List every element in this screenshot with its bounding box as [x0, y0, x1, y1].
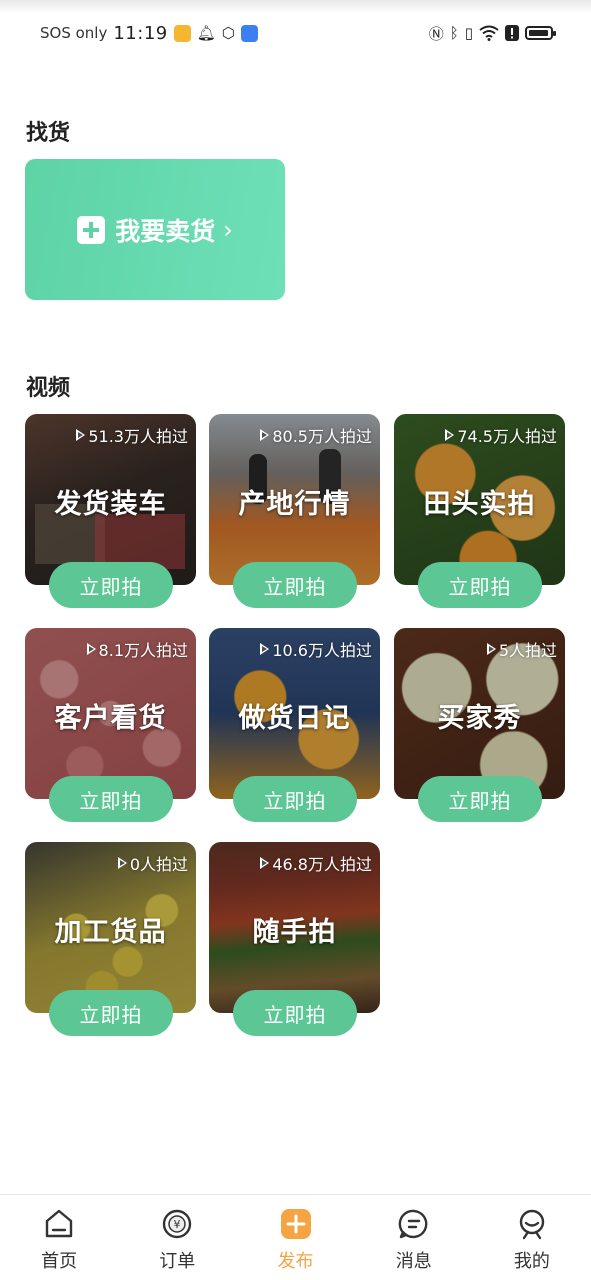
play-icon — [445, 429, 455, 441]
sell-goods-label: 我要卖货 — [115, 216, 216, 246]
bluetooth-icon: ᛒ — [449, 24, 459, 42]
shoot-now-button[interactable]: 立即拍 — [418, 776, 542, 822]
play-icon — [117, 857, 127, 869]
svg-text:¥: ¥ — [174, 1218, 181, 1231]
tile-title: 产地行情 — [238, 489, 351, 520]
nav-label: 首页 — [41, 1251, 78, 1272]
view-count: 8.1万人拍过 — [86, 637, 188, 661]
play-icon — [260, 857, 270, 869]
vibrate-icon: ▯ — [464, 24, 473, 42]
chevron-right-icon: › — [223, 215, 233, 244]
order-icon: ¥ — [163, 1209, 192, 1239]
shoot-now-button[interactable]: 立即拍 — [233, 776, 357, 822]
profile-icon — [519, 1209, 545, 1240]
message-icon — [398, 1209, 428, 1239]
shoot-now-button[interactable]: 立即拍 — [49, 776, 173, 822]
nav-publish[interactable]: 发布 — [236, 1195, 354, 1280]
tile-title: 田头实拍 — [423, 489, 536, 520]
alert-icon — [505, 25, 519, 41]
play-icon — [260, 643, 270, 655]
shoot-now-button[interactable]: 立即拍 — [233, 562, 357, 608]
nav-label: 消息 — [395, 1251, 432, 1272]
wifi-icon — [479, 25, 499, 41]
video-tile-customer-view[interactable]: 8.1万人拍过 客户看货 立即拍 — [25, 628, 196, 822]
video-tile-production-diary[interactable]: 10.6万人拍过 做货日记 立即拍 — [209, 628, 380, 822]
view-count: 80.5万人拍过 — [260, 423, 372, 447]
status-right: Ⓝ ᛒ ▯ — [428, 21, 556, 45]
tile-title: 客户看货 — [54, 703, 167, 734]
view-count: 74.5万人拍过 — [445, 423, 557, 447]
tile-title: 买家秀 — [437, 703, 522, 734]
bell-icon: 🔔︎ — [196, 24, 216, 42]
view-count: 46.8万人拍过 — [260, 851, 372, 875]
video-tile-casual-shot[interactable]: 46.8万人拍过 随手拍 立即拍 — [209, 842, 380, 1036]
tile-title: 随手拍 — [252, 917, 337, 948]
tile-title: 加工货品 — [54, 917, 167, 948]
nfc-icon: Ⓝ — [428, 24, 444, 43]
nav-label: 我的 — [513, 1251, 550, 1272]
bottom-navigation: 首页 ¥ 订单 发布 消息 我的 — [0, 1194, 591, 1280]
nav-messages[interactable]: 消息 — [355, 1195, 473, 1280]
view-count: 0人拍过 — [117, 851, 188, 875]
app-screen: SOS only 11:19 🔔︎ ⬡ Ⓝ ᛒ ▯ 找货 我要卖货 › 视频 5… — [0, 0, 591, 1280]
app-icon — [240, 24, 258, 42]
video-tile-origin-market[interactable]: 80.5万人拍过 产地行情 立即拍 — [209, 414, 380, 608]
app-notification-icon — [173, 24, 191, 42]
nav-orders[interactable]: ¥ 订单 — [118, 1195, 236, 1280]
tile-title: 做货日记 — [238, 703, 351, 734]
find-goods-title: 找货 — [26, 121, 71, 146]
status-left: SOS only 11:19 🔔︎ ⬡ — [40, 20, 258, 46]
publish-icon — [280, 1209, 311, 1239]
plus-icon — [77, 215, 106, 244]
shoot-now-button[interactable]: 立即拍 — [418, 562, 542, 608]
nav-label: 订单 — [159, 1251, 196, 1272]
battery-icon — [525, 26, 556, 40]
tile-title: 发货装车 — [54, 489, 167, 520]
home-icon — [45, 1209, 73, 1238]
shoot-now-button[interactable]: 立即拍 — [49, 562, 173, 608]
clock: 11:19 — [113, 22, 168, 44]
shoot-now-button[interactable]: 立即拍 — [233, 990, 357, 1036]
video-tile-shipping[interactable]: 51.3万人拍过 发货装车 立即拍 — [25, 414, 196, 608]
carrier-text: SOS only — [40, 24, 108, 42]
nav-home[interactable]: 首页 — [0, 1195, 118, 1280]
status-bar: SOS only 11:19 🔔︎ ⬡ Ⓝ ᛒ ▯ — [0, 0, 591, 64]
video-section-title: 视频 — [26, 376, 71, 401]
play-icon — [260, 429, 270, 441]
nav-label: 发布 — [277, 1251, 314, 1272]
view-count: 10.6万人拍过 — [260, 637, 372, 661]
video-tile-buyer-show[interactable]: 5人拍过 买家秀 立即拍 — [394, 628, 565, 822]
play-icon — [486, 643, 496, 655]
view-count: 5人拍过 — [486, 637, 557, 661]
video-tile-processed-goods[interactable]: 0人拍过 加工货品 立即拍 — [25, 842, 196, 1036]
nav-profile[interactable]: 我的 — [473, 1195, 591, 1280]
shoot-now-button[interactable]: 立即拍 — [49, 990, 173, 1036]
box-icon: ⬡ — [221, 24, 235, 42]
view-count: 51.3万人拍过 — [76, 423, 188, 447]
video-tile-field-shot[interactable]: 74.5万人拍过 田头实拍 立即拍 — [394, 414, 565, 608]
play-icon — [86, 643, 96, 655]
sell-goods-button[interactable]: 我要卖货 › — [25, 159, 285, 300]
play-icon — [76, 429, 86, 441]
